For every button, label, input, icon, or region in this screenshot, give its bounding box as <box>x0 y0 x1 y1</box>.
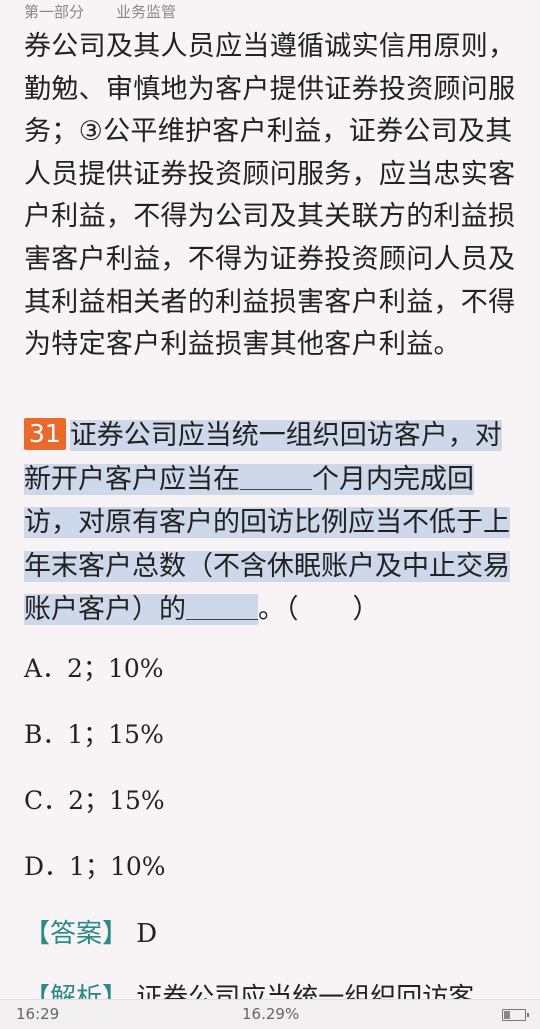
clock: 16:29 <box>16 1005 60 1023</box>
option-a[interactable]: A．2；10% <box>24 645 524 711</box>
page-header: 第一部分 业务监管 <box>0 0 540 24</box>
question-text: 年末客户总数（不含休眠账户及中止交易 <box>24 550 510 582</box>
body-line: 务；③公平维护客户利益，证券公司及其 <box>24 116 513 148</box>
question-text: 。（ ） <box>258 594 380 625</box>
answer-label: 【答案】 <box>24 919 129 949</box>
answer-value: D <box>136 919 158 949</box>
body-line: 勤勉、审慎地为客户提供证券投资顾问服 <box>24 73 516 105</box>
battery-icon <box>502 1009 529 1021</box>
reader-status-bar: 16:29 16.29% <box>0 999 540 1029</box>
question-31[interactable]: 31 证券公司应当统一组织回访客户，对 新开户客户应当在 个月内完成回 访，对原有客… <box>24 414 524 632</box>
body-line: 害客户利益，不得为证券投资顾问人员及 <box>24 243 516 275</box>
answer-blank <box>186 595 258 620</box>
body-line: 人员提供证券投资顾问服务，应当忠实客 <box>24 158 516 190</box>
question-text: 证券公司应当统一组织回访客户，对 <box>69 420 502 451</box>
question-number-badge: 31 <box>24 418 66 450</box>
question-text: 账户客户）的 <box>24 594 186 625</box>
body-paragraph: 券公司及其人员应当遵循诚实信用原则， 勤勉、审慎地为客户提供证券投资顾问服 务；… <box>24 26 524 367</box>
option-d[interactable]: D．1；10% <box>24 843 524 909</box>
body-line: 其利益相关者的利益损害客户利益，不得 <box>24 286 516 318</box>
header-chapter: 业务监管 <box>116 3 177 21</box>
body-line: 券公司及其人员应当遵循诚实信用原则， <box>24 31 516 62</box>
option-c[interactable]: C．2；15% <box>24 777 524 843</box>
reading-progress: 16.29% <box>242 1005 300 1023</box>
question-text: 个月内完成回 <box>312 463 474 495</box>
answer-line: 【答案】 D <box>24 912 157 956</box>
body-line: 为特定客户利益损害其他客户利益。 <box>24 329 461 361</box>
question-text: 访，对原有客户的回访比例应当不低于上 <box>24 507 510 538</box>
options-list: A．2；10% B．1；15% C．2；15% D．1；10% <box>24 645 524 909</box>
header-part: 第一部分 <box>24 3 85 21</box>
option-b[interactable]: B．1；15% <box>24 711 524 777</box>
answer-blank <box>240 465 312 490</box>
body-line: 户利益，不得为公司及其关联方的利益损 <box>24 201 516 233</box>
question-text: 新开户客户应当在 <box>24 463 240 495</box>
